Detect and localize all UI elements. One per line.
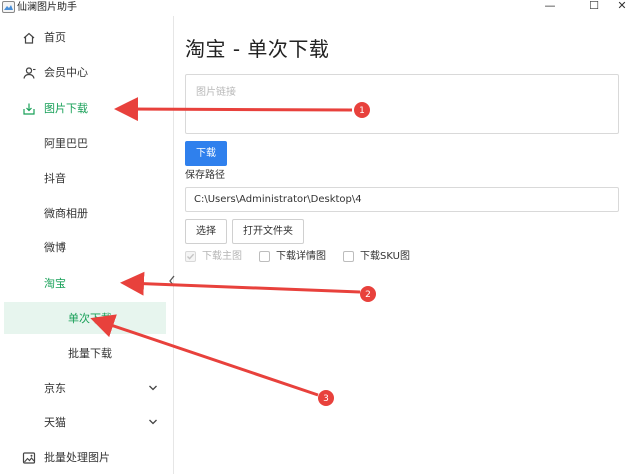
sidebar: 首页 会员中心 图片下载 阿里巴巴 抖音 微商相册 微博 淘宝 单次下载 批量下… [0,16,175,474]
sidebar-item-label: 抖音 [44,172,66,185]
checkmark-icon [187,253,195,260]
sidebar-item-label: 单次下载 [68,312,112,325]
sidebar-item-label: 图片下载 [44,102,88,115]
sidebar-item-taobao[interactable]: 淘宝 [0,267,174,301]
page-title: 淘宝 - 单次下载 [185,37,330,61]
sidebar-item-label: 微商相册 [44,207,88,220]
image-link-input[interactable] [185,74,619,134]
download-main-image-checkbox[interactable]: 下载主图 [185,250,255,264]
window-title: 仙澜图片助手 [17,2,77,13]
sidebar-item-label: 天猫 [44,416,66,429]
download-button[interactable]: 下载 [185,141,227,166]
checkbox-label: 下载SKU图 [360,251,410,262]
title-bar: 仙澜图片助手 — ☐ ✕ [0,0,640,16]
open-folder-button[interactable]: 打开文件夹 [232,219,304,244]
sidebar-item-weibo[interactable]: 微博 [0,231,174,265]
sidebar-item-alibaba[interactable]: 阿里巴巴 [0,127,174,161]
sidebar-item-member-center[interactable]: 会员中心 [0,56,174,90]
sidebar-item-label: 首页 [44,31,66,44]
close-button[interactable]: ✕ [606,0,638,14]
user-icon [23,67,36,79]
sidebar-item-label: 会员中心 [44,66,88,79]
home-icon [23,32,35,44]
choose-path-button[interactable]: 选择 [185,219,227,244]
sidebar-item-label: 批量下载 [68,347,112,360]
sidebar-item-label: 阿里巴巴 [44,137,88,150]
chevron-down-icon [149,419,157,425]
download-icon [23,103,35,115]
chevron-down-icon [149,385,157,391]
sidebar-item-label: 京东 [44,382,66,395]
download-detail-image-checkbox[interactable]: 下载详情图 [259,250,339,264]
main-panel: 淘宝 - 单次下载 下载 保存路径 选择 打开文件夹 下载主图 下载详情图 下载… [175,16,640,474]
image-icon [22,452,36,464]
sidebar-item-batch-process-images[interactable]: 批量处理图片 [0,441,174,474]
app-logo-icon [2,1,15,13]
sidebar-item-douyin[interactable]: 抖音 [0,162,174,196]
sidebar-item-image-download[interactable]: 图片下载 [0,92,174,126]
save-path-label: 保存路径 [185,170,225,181]
sidebar-item-label: 淘宝 [44,277,66,290]
sidebar-item-home[interactable]: 首页 [0,21,174,55]
sidebar-item-batch-download[interactable]: 批量下载 [0,337,174,371]
checkbox-box [343,251,354,262]
checkbox-box [259,251,270,262]
checkbox-label: 下载详情图 [276,251,326,262]
sidebar-item-label: 微博 [44,241,66,254]
sidebar-item-single-download[interactable]: 单次下载 [0,302,174,336]
sidebar-item-label: 批量处理图片 [44,451,110,464]
download-sku-image-checkbox[interactable]: 下载SKU图 [343,250,423,264]
checkbox-label: 下载主图 [202,251,242,262]
sidebar-item-jd[interactable]: 京东 [0,372,174,406]
checkbox-box [185,251,196,262]
sidebar-item-weishang-album[interactable]: 微商相册 [0,197,174,231]
minimize-button[interactable]: — [534,0,566,14]
sidebar-item-tmall[interactable]: 天猫 [0,406,174,440]
save-path-input[interactable] [185,187,619,212]
